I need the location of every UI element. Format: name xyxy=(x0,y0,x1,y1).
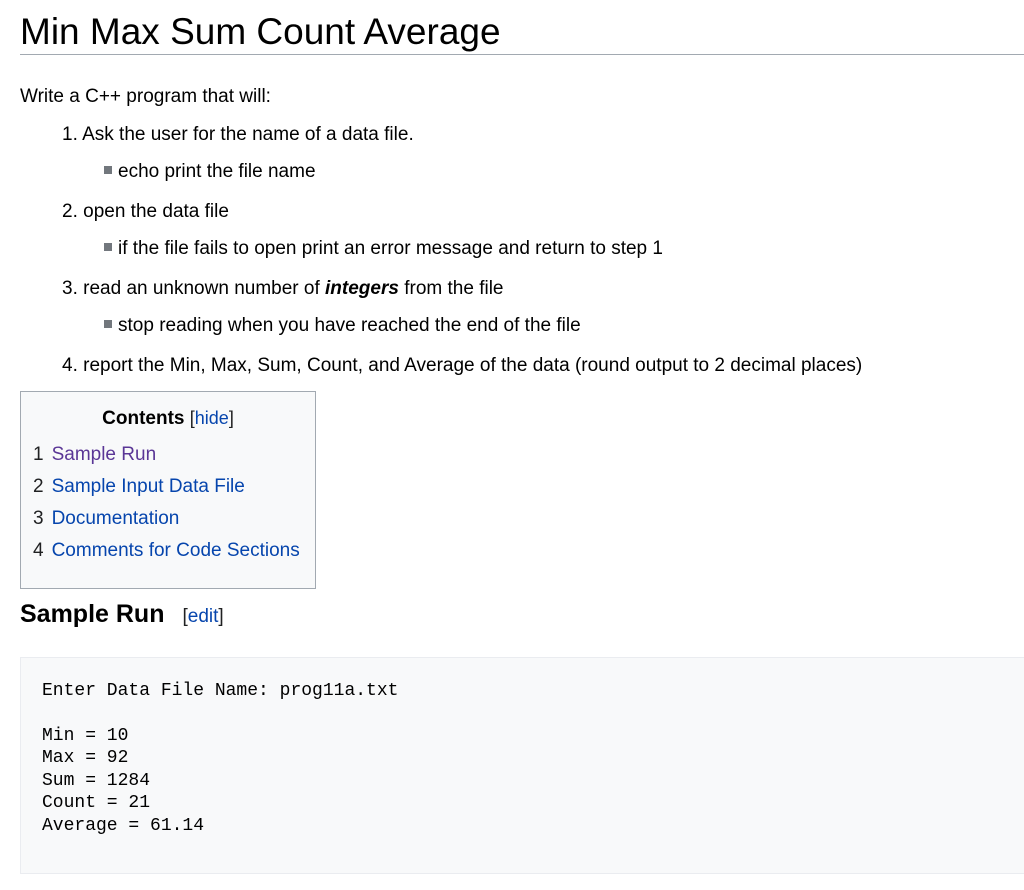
section-heading: Sample Run [edit] xyxy=(20,600,224,628)
code-line-prompt: Enter Data File Name: prog11a.txt xyxy=(42,681,399,701)
toc-link-sample-run[interactable]: Sample Run xyxy=(52,444,157,465)
step-item: 1. Ask the user for the name of a data f… xyxy=(62,120,862,197)
square-bullet-icon xyxy=(104,165,112,174)
toc-title: Contents xyxy=(102,408,185,429)
page-title: Min Max Sum Count Average xyxy=(20,0,1024,55)
section-title: Sample Run xyxy=(20,600,165,628)
sample-run-output: Enter Data File Name: prog11a.txt Min = 1… xyxy=(20,657,1024,874)
step-number: 2. xyxy=(62,201,78,222)
step-item: 4. report the Min, Max, Sum, Count, and … xyxy=(62,351,862,388)
square-bullet-icon xyxy=(104,319,112,328)
toc-link-sample-input-data-file[interactable]: Sample Input Data File xyxy=(52,476,245,497)
square-bullet-icon xyxy=(104,242,112,251)
step-text: report the Min, Max, Sum, Count, and Ave… xyxy=(83,355,863,376)
emphasis-integers: integers xyxy=(325,278,399,299)
article: Min Max Sum Count Average Write a C++ pr… xyxy=(20,0,1024,874)
intro-text: Write a C++ program that will: xyxy=(20,86,271,107)
step-number: 3. xyxy=(62,278,78,299)
code-line: Min = 10 xyxy=(42,725,129,746)
step-text: Ask the user for the name of a data file… xyxy=(82,124,414,145)
toc-item: 4 Comments for Code Sections xyxy=(33,540,300,561)
sub-item: if the file fails to open print an error… xyxy=(62,234,862,274)
toc-item: 1 Sample Run xyxy=(33,444,157,465)
table-of-contents: Contents [hide] 1 Sample Run 2 Sample Inpu… xyxy=(20,391,316,589)
sub-item: stop reading when you have reached the e… xyxy=(62,311,862,351)
toc-item: 2 Sample Input Data File xyxy=(33,476,245,497)
step-number: 4. xyxy=(62,355,78,376)
code-line: Count = 21 xyxy=(42,793,151,813)
toc-link-documentation[interactable]: Documentation xyxy=(52,508,180,529)
sub-item: echo print the file name xyxy=(62,157,862,197)
code-line: Sum = 1284 xyxy=(42,770,151,791)
step-number: 1. xyxy=(62,124,78,145)
step-item: 2. open the data file if the file fails … xyxy=(62,197,862,274)
steps-list: 1. Ask the user for the name of a data f… xyxy=(62,120,862,388)
toc-list: 1 Sample Run 2 Sample Input Data File 3 Doc… xyxy=(33,440,315,568)
step-text: open the data file xyxy=(83,201,229,222)
toc-item: 3 Documentation xyxy=(33,508,180,529)
step-item: 3. read an unknown number of integers fr… xyxy=(62,274,862,351)
code-line: Average = 61.14 xyxy=(42,815,205,836)
toc-link-comments-for-code-sections[interactable]: Comments for Code Sections xyxy=(52,540,300,561)
toc-hide-link[interactable]: hide xyxy=(195,408,229,428)
edit-section-link[interactable]: edit xyxy=(188,606,219,627)
code-line: Max = 92 xyxy=(42,748,129,768)
